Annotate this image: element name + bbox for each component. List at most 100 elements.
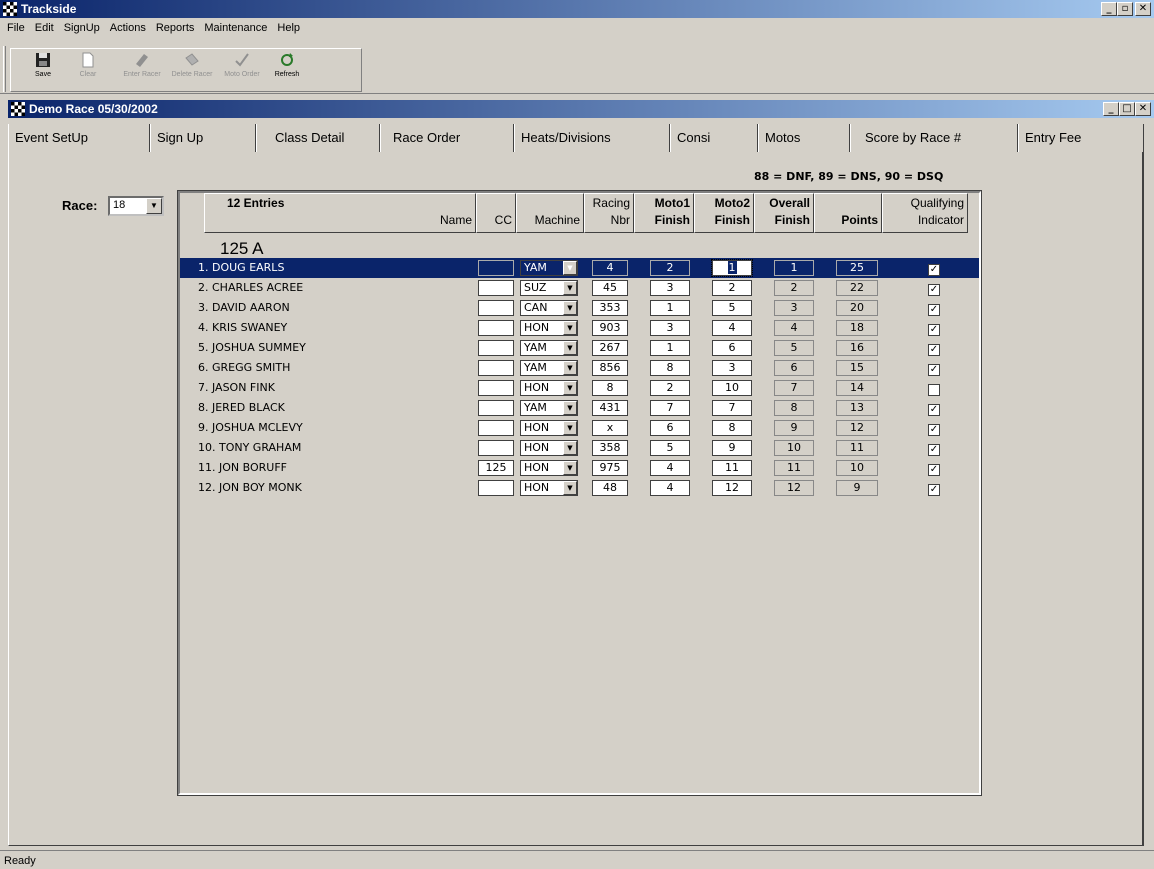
cc-field[interactable] <box>478 260 514 276</box>
machine-select[interactable]: YAM ▼ <box>520 340 578 356</box>
chevron-down-icon[interactable]: ▼ <box>563 401 577 415</box>
machine-select[interactable]: SUZ ▼ <box>520 280 578 296</box>
moto2-finish-field[interactable]: 9 <box>712 440 752 456</box>
qualifying-checkbox[interactable]: ✓ <box>928 444 940 456</box>
tab-heats-divisions[interactable]: Heats/Divisions <box>514 124 670 152</box>
moto1-finish-field[interactable]: 1 <box>650 340 690 356</box>
header-moto2-finish[interactable]: Moto2 Finish <box>694 193 754 233</box>
qualifying-checkbox[interactable]: ✓ <box>928 404 940 416</box>
menu-actions[interactable]: Actions <box>105 22 151 34</box>
racing-number-field[interactable]: 353 <box>592 300 628 316</box>
moto1-finish-field[interactable]: 4 <box>650 460 690 476</box>
menu-maintenance[interactable]: Maintenance <box>199 22 272 34</box>
moto2-finish-field[interactable]: 8 <box>712 420 752 436</box>
menu-signup[interactable]: SignUp <box>59 22 105 34</box>
racing-number-field[interactable]: 267 <box>592 340 628 356</box>
tab-race-order[interactable]: Race Order <box>380 124 514 152</box>
machine-select[interactable]: HON ▼ <box>520 480 578 496</box>
table-row[interactable]: 10. TONY GRAHAM HON ▼ 358 5 9 10 11 ✓ <box>180 438 979 458</box>
moto1-finish-field[interactable]: 3 <box>650 280 690 296</box>
table-row[interactable]: 4. KRIS SWANEY HON ▼ 903 3 4 4 18 ✓ <box>180 318 979 338</box>
racing-number-field[interactable]: 856 <box>592 360 628 376</box>
moto1-finish-field[interactable]: 6 <box>650 420 690 436</box>
table-row[interactable]: 9. JOSHUA MCLEVY HON ▼ x 6 8 9 12 ✓ <box>180 418 979 438</box>
machine-select[interactable]: HON ▼ <box>520 440 578 456</box>
tab-consi[interactable]: Consi <box>670 124 758 152</box>
machine-select[interactable]: YAM ▼ <box>520 400 578 416</box>
chevron-down-icon[interactable]: ▼ <box>563 441 577 455</box>
qualifying-checkbox[interactable]: ✓ <box>928 264 940 276</box>
moto2-finish-field[interactable]: 2 <box>712 280 752 296</box>
moto1-finish-field[interactable]: 3 <box>650 320 690 336</box>
minimize-button[interactable]: _ <box>1101 2 1117 16</box>
qualifying-checkbox[interactable]: ✓ <box>928 464 940 476</box>
moto2-finish-field[interactable]: 7 <box>712 400 752 416</box>
cc-field[interactable] <box>478 400 514 416</box>
qualifying-checkbox[interactable]: ✓ <box>928 304 940 316</box>
cc-field[interactable] <box>478 480 514 496</box>
chevron-down-icon[interactable]: ▼ <box>563 301 577 315</box>
tab-entry-fee[interactable]: Entry Fee <box>1018 124 1144 152</box>
machine-select[interactable]: HON ▼ <box>520 420 578 436</box>
header-points[interactable]: Points <box>814 193 882 233</box>
machine-select[interactable]: HON ▼ <box>520 460 578 476</box>
racing-number-field[interactable]: 358 <box>592 440 628 456</box>
racing-number-field[interactable]: x <box>592 420 628 436</box>
moto2-finish-field[interactable]: 12 <box>712 480 752 496</box>
qualifying-checkbox[interactable]: ✓ <box>928 364 940 376</box>
doc-close-button[interactable]: ✕ <box>1135 102 1151 116</box>
moto1-finish-field[interactable]: 8 <box>650 360 690 376</box>
doc-minimize-button[interactable]: _ <box>1103 102 1119 116</box>
qualifying-checkbox[interactable]: ✓ <box>928 344 940 356</box>
moto2-finish-field[interactable]: 6 <box>712 340 752 356</box>
cc-field[interactable] <box>478 420 514 436</box>
racing-number-field[interactable]: 45 <box>592 280 628 296</box>
racing-number-field[interactable]: 975 <box>592 460 628 476</box>
save-button[interactable]: Save <box>26 52 60 90</box>
qualifying-checkbox[interactable]: ✓ <box>928 284 940 296</box>
moto2-finish-field[interactable]: 11 <box>712 460 752 476</box>
machine-select[interactable]: CAN ▼ <box>520 300 578 316</box>
menu-help[interactable]: Help <box>272 22 305 34</box>
moto1-finish-field[interactable]: 7 <box>650 400 690 416</box>
header-moto1-finish[interactable]: Moto1 Finish <box>634 193 694 233</box>
moto2-finish-field[interactable]: 5 <box>712 300 752 316</box>
table-row[interactable]: 12. JON BOY MONK HON ▼ 48 4 12 12 9 ✓ <box>180 478 979 498</box>
tab-event-setup[interactable]: Event SetUp <box>8 124 150 152</box>
tab-class-detail[interactable]: Class Detail <box>256 124 380 152</box>
menu-edit[interactable]: Edit <box>30 22 59 34</box>
enter-racer-button[interactable]: Enter Racer <box>120 52 164 90</box>
table-row[interactable]: 5. JOSHUA SUMMEY YAM ▼ 267 1 6 5 16 ✓ <box>180 338 979 358</box>
machine-select[interactable]: HON ▼ <box>520 380 578 396</box>
moto2-finish-field[interactable]: 4 <box>712 320 752 336</box>
header-name[interactable]: 12 Entries Name <box>204 193 476 233</box>
tab-motos[interactable]: Motos <box>758 124 850 152</box>
cc-field[interactable] <box>478 280 514 296</box>
table-row[interactable]: 6. GREGG SMITH YAM ▼ 856 8 3 6 15 ✓ <box>180 358 979 378</box>
machine-select[interactable]: YAM ▼ <box>520 360 578 376</box>
racing-number-field[interactable]: 8 <box>592 380 628 396</box>
cc-field[interactable] <box>478 320 514 336</box>
qualifying-checkbox[interactable]: ✓ <box>928 324 940 336</box>
close-button[interactable]: ✕ <box>1135 2 1151 16</box>
table-row[interactable]: 3. DAVID AARON CAN ▼ 353 1 5 3 20 ✓ <box>180 298 979 318</box>
clear-button[interactable]: Clear <box>72 52 104 90</box>
header-cc[interactable]: CC <box>476 193 516 233</box>
chevron-down-icon[interactable]: ▼ <box>563 421 577 435</box>
header-racing-nbr[interactable]: Racing Nbr <box>584 193 634 233</box>
cc-field[interactable]: 125 <box>478 460 514 476</box>
moto2-finish-field[interactable]: 3 <box>712 360 752 376</box>
table-row[interactable]: 2. CHARLES ACREE SUZ ▼ 45 3 2 2 22 ✓ <box>180 278 979 298</box>
table-row[interactable]: 11. JON BORUFF 125 HON ▼ 975 4 11 11 10 ✓ <box>180 458 979 478</box>
machine-select[interactable]: HON ▼ <box>520 320 578 336</box>
moto1-finish-field[interactable]: 5 <box>650 440 690 456</box>
machine-select[interactable]: YAM ▼ <box>520 260 578 276</box>
chevron-down-icon[interactable]: ▼ <box>563 381 577 395</box>
header-qualifying-indicator[interactable]: Qualifying Indicator <box>882 193 968 233</box>
menu-file[interactable]: File <box>2 22 30 34</box>
chevron-down-icon[interactable]: ▼ <box>563 461 577 475</box>
cc-field[interactable] <box>478 380 514 396</box>
racing-number-field[interactable]: 903 <box>592 320 628 336</box>
race-select[interactable]: 18 ▼ <box>108 196 164 216</box>
cc-field[interactable] <box>478 360 514 376</box>
